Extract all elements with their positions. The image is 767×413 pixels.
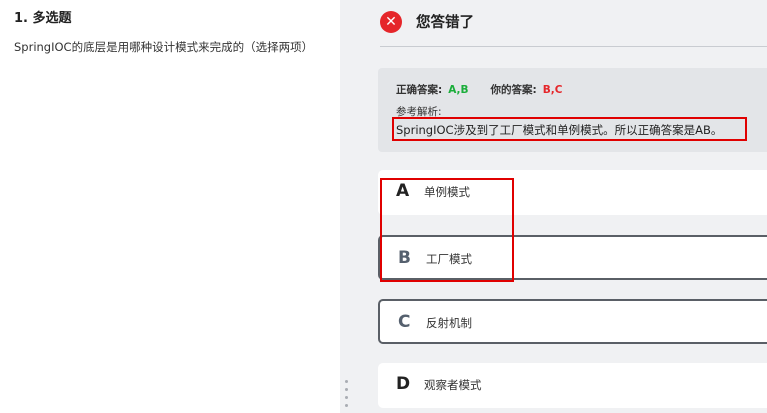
- answer-summary: 正确答案: A,B 你的答案: B,C: [396, 82, 562, 97]
- option-text: 单例模式: [424, 185, 470, 199]
- your-answer-value: B,C: [542, 84, 563, 96]
- result-title: 您答错了: [416, 15, 474, 31]
- option-text: 反射机制: [426, 316, 472, 330]
- analysis-text: SpringIOC涉及到了工厂模式和单例模式。所以正确答案是AB。: [392, 117, 747, 141]
- option-c[interactable]: C 反射机制: [378, 299, 767, 344]
- your-answer-label: 你的答案:: [490, 84, 537, 96]
- option-letter: C: [398, 312, 411, 332]
- result-header: ✕ 您答错了: [380, 0, 767, 47]
- option-letter: B: [398, 248, 411, 268]
- option-text: 观察者模式: [424, 378, 482, 392]
- question-panel: 1. 多选题 SpringIOC的底层是用哪种设计模式来完成的（选择两项）: [0, 0, 340, 413]
- option-letter: D: [396, 374, 411, 394]
- panel-splitter[interactable]: [340, 0, 354, 413]
- x-circle-icon: ✕: [380, 11, 402, 33]
- option-d[interactable]: D 观察者模式: [378, 363, 767, 408]
- option-text: 工厂模式: [426, 252, 472, 266]
- analysis-box: 正确答案: A,B 你的答案: B,C 参考解析: SpringIOC涉及到了工厂模式…: [378, 68, 767, 152]
- question-title: 1. 多选题: [14, 11, 72, 26]
- option-letter: A: [396, 181, 410, 201]
- question-text: SpringIOC的底层是用哪种设计模式来完成的（选择两项）: [14, 40, 314, 54]
- option-a[interactable]: A 单例模式: [378, 170, 767, 215]
- option-b[interactable]: B 工厂模式: [378, 235, 767, 280]
- answer-panel: ✕ 您答错了 正确答案: A,B 你的答案: B,C 参考解析: SpringIOC涉…: [354, 0, 767, 413]
- drag-handle-icon[interactable]: [345, 380, 349, 412]
- correct-answer-label: 正确答案:: [396, 84, 443, 96]
- quiz-page: 1. 多选题 SpringIOC的底层是用哪种设计模式来完成的（选择两项） ✕ …: [0, 0, 767, 413]
- correct-answer-value: A,B: [448, 84, 469, 96]
